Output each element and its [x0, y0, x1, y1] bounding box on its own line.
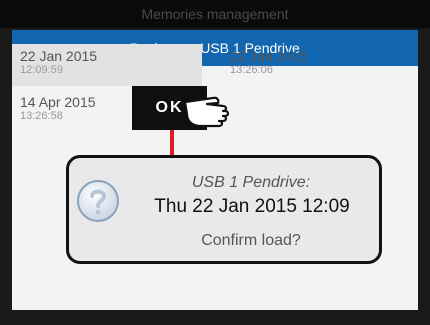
backup-time: 13:26:06 — [230, 64, 273, 76]
backup-time: 12:09:59 — [20, 64, 63, 76]
confirm-datetime: Thu 22 Jan 2015 12:09 — [154, 196, 350, 217]
confirm-question: Confirm load? — [201, 232, 301, 249]
top-bar: Memories management — [0, 0, 430, 28]
backup-item-1[interactable]: 22 Jan 2015 12:09:59 — [12, 44, 202, 86]
confirm-device: USB 1 Pendrive: — [191, 174, 311, 191]
backup-date: 22 Jan 2015 — [20, 48, 98, 64]
app-title: Memories management — [141, 6, 289, 22]
question-info-icon — [77, 180, 119, 222]
confirm-dialog: USB 1 Pendrive: Thu 22 Jan 2015 12:09 Co… — [66, 155, 382, 264]
backup-item-2[interactable]: 22 Jan 2015 13:26:06 — [222, 44, 412, 86]
backup-date: 22 Jan 2015 — [230, 48, 308, 64]
hand-pointer-icon — [183, 96, 230, 128]
